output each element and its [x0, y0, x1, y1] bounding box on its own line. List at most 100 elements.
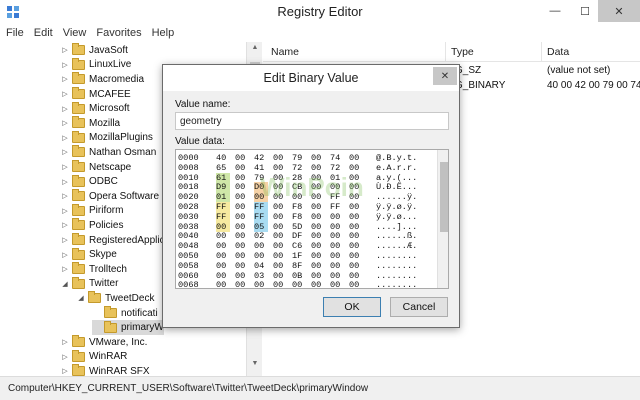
hex-byte[interactable]: 00: [292, 192, 306, 202]
tree-item[interactable]: ◢ Twitter: [60, 276, 118, 292]
hex-byte[interactable]: 00: [273, 153, 287, 163]
expand-arrow-icon[interactable]: ▷: [60, 134, 70, 142]
hex-byte[interactable]: 00: [349, 231, 363, 241]
hex-byte[interactable]: 8F: [292, 261, 306, 271]
hex-byte[interactable]: 74: [330, 153, 344, 163]
hex-byte[interactable]: FF: [254, 211, 268, 222]
hex-byte[interactable]: 00: [349, 153, 363, 163]
menu-file[interactable]: File: [6, 27, 24, 39]
tree-item[interactable]: ▷ Piriform: [60, 203, 123, 219]
hex-byte[interactable]: 00: [273, 231, 287, 241]
hex-byte[interactable]: 00: [273, 241, 287, 251]
hex-byte[interactable]: 00: [311, 222, 325, 232]
hex-byte[interactable]: CB: [292, 182, 306, 192]
hex-byte[interactable]: D9: [216, 182, 230, 193]
hex-byte[interactable]: 00: [273, 271, 287, 281]
hex-byte[interactable]: 00: [235, 231, 249, 241]
menu-help[interactable]: Help: [152, 27, 175, 39]
hex-byte[interactable]: 00: [349, 212, 363, 222]
tree-item[interactable]: ▷ Macromedia: [60, 72, 144, 87]
column-divider[interactable]: [541, 42, 542, 62]
hex-byte[interactable]: 00: [235, 280, 249, 288]
hex-byte[interactable]: 00: [330, 251, 344, 261]
tree-item[interactable]: ◢ TweetDeck: [76, 291, 154, 306]
column-data[interactable]: Data: [547, 46, 569, 58]
hex-byte[interactable]: 00: [216, 251, 230, 261]
close-button[interactable]: ✕: [598, 0, 640, 22]
tree-item[interactable]: ▷ LinuxLive: [60, 57, 131, 73]
scroll-up-icon[interactable]: ▲: [247, 44, 263, 58]
hex-byte[interactable]: 00: [330, 222, 344, 232]
value-name-field[interactable]: geometry: [175, 112, 449, 130]
hex-byte[interactable]: 00: [330, 271, 344, 281]
cancel-button[interactable]: Cancel: [390, 297, 448, 317]
hex-byte[interactable]: 00: [235, 173, 249, 183]
hex-byte[interactable]: 79: [292, 153, 306, 163]
expand-arrow-icon[interactable]: ▷: [60, 207, 70, 215]
collapse-arrow-icon[interactable]: ◢: [76, 294, 86, 302]
hex-editor[interactable]: 0000 40 00 42 00 79 00 74 00 @.B.y.t. 0008 65 00 41 00…: [175, 149, 449, 289]
column-divider[interactable]: [445, 42, 446, 62]
tree-item[interactable]: ▷ Opera Software: [60, 189, 159, 204]
hex-byte[interactable]: 00: [311, 192, 325, 202]
hex-byte[interactable]: 28: [292, 173, 306, 183]
hex-byte[interactable]: 0B: [292, 271, 306, 281]
expand-arrow-icon[interactable]: ▷: [60, 338, 70, 346]
hex-byte[interactable]: 00: [254, 241, 268, 251]
expand-arrow-icon[interactable]: ▷: [60, 353, 70, 361]
hex-byte[interactable]: FF: [254, 202, 268, 212]
hex-byte[interactable]: 00: [330, 182, 344, 192]
hex-byte[interactable]: 00: [235, 241, 249, 251]
hex-byte[interactable]: 00: [235, 261, 249, 271]
hex-byte[interactable]: 00: [292, 280, 306, 288]
hex-byte[interactable]: 00: [216, 221, 230, 232]
hex-byte[interactable]: 00: [311, 212, 325, 222]
hex-byte[interactable]: 00: [349, 241, 363, 251]
maximize-button[interactable]: ☐: [570, 0, 600, 22]
hex-byte[interactable]: 00: [311, 271, 325, 281]
hex-byte[interactable]: 00: [216, 280, 230, 288]
hex-byte[interactable]: DF: [292, 231, 306, 241]
hex-byte[interactable]: 00: [273, 212, 287, 222]
tree-item[interactable]: ▷ Microsoft: [60, 101, 130, 116]
tree-item[interactable]: ▷ Skype: [60, 247, 117, 262]
hex-byte[interactable]: 00: [349, 192, 363, 202]
hex-byte[interactable]: 00: [330, 212, 344, 222]
expand-arrow-icon[interactable]: ▷: [60, 119, 70, 127]
tree-item[interactable]: ▷ WinRAR: [60, 349, 127, 365]
ok-button[interactable]: OK: [323, 297, 381, 317]
hex-byte[interactable]: 00: [349, 261, 363, 271]
hex-byte[interactable]: 00: [349, 163, 363, 173]
hex-byte[interactable]: F8: [292, 212, 306, 222]
hex-byte[interactable]: 00: [216, 231, 230, 241]
tree-item[interactable]: ▷ Policies: [60, 218, 123, 233]
hex-byte[interactable]: 41: [254, 163, 268, 173]
expand-arrow-icon[interactable]: ▷: [60, 90, 70, 98]
hex-byte[interactable]: 00: [235, 251, 249, 261]
tree-item[interactable]: ▷ MozillaPlugins: [60, 130, 153, 146]
expand-arrow-icon[interactable]: ▷: [60, 265, 70, 273]
hex-byte[interactable]: 00: [273, 222, 287, 232]
hex-byte[interactable]: 00: [235, 271, 249, 281]
hex-byte[interactable]: 00: [216, 241, 230, 251]
expand-arrow-icon[interactable]: ▷: [60, 178, 70, 186]
hex-byte[interactable]: 00: [273, 192, 287, 202]
hex-byte[interactable]: 5D: [292, 222, 306, 232]
tree-item[interactable]: ▷ MCAFEE: [60, 87, 131, 102]
tree-item[interactable]: ▷ JavaSoft: [60, 43, 128, 58]
expand-arrow-icon[interactable]: ▷: [60, 148, 70, 156]
hex-byte[interactable]: 00: [311, 241, 325, 251]
hex-byte[interactable]: 00: [311, 163, 325, 173]
expand-arrow-icon[interactable]: ▷: [60, 163, 70, 171]
hex-byte[interactable]: 00: [273, 173, 287, 183]
expand-arrow-icon[interactable]: ▷: [60, 192, 70, 200]
scroll-down-icon[interactable]: ▼: [247, 360, 263, 374]
hex-byte[interactable]: 00: [273, 202, 287, 212]
hex-byte[interactable]: 00: [216, 271, 230, 281]
hex-byte[interactable]: 01: [330, 173, 344, 183]
expand-arrow-icon[interactable]: ▷: [60, 46, 70, 54]
hex-byte[interactable]: 00: [311, 231, 325, 241]
tree-item[interactable]: ▷ WinRAR SFX: [60, 364, 150, 376]
hex-byte[interactable]: 00: [235, 192, 249, 202]
expand-arrow-icon[interactable]: ▷: [60, 236, 70, 244]
